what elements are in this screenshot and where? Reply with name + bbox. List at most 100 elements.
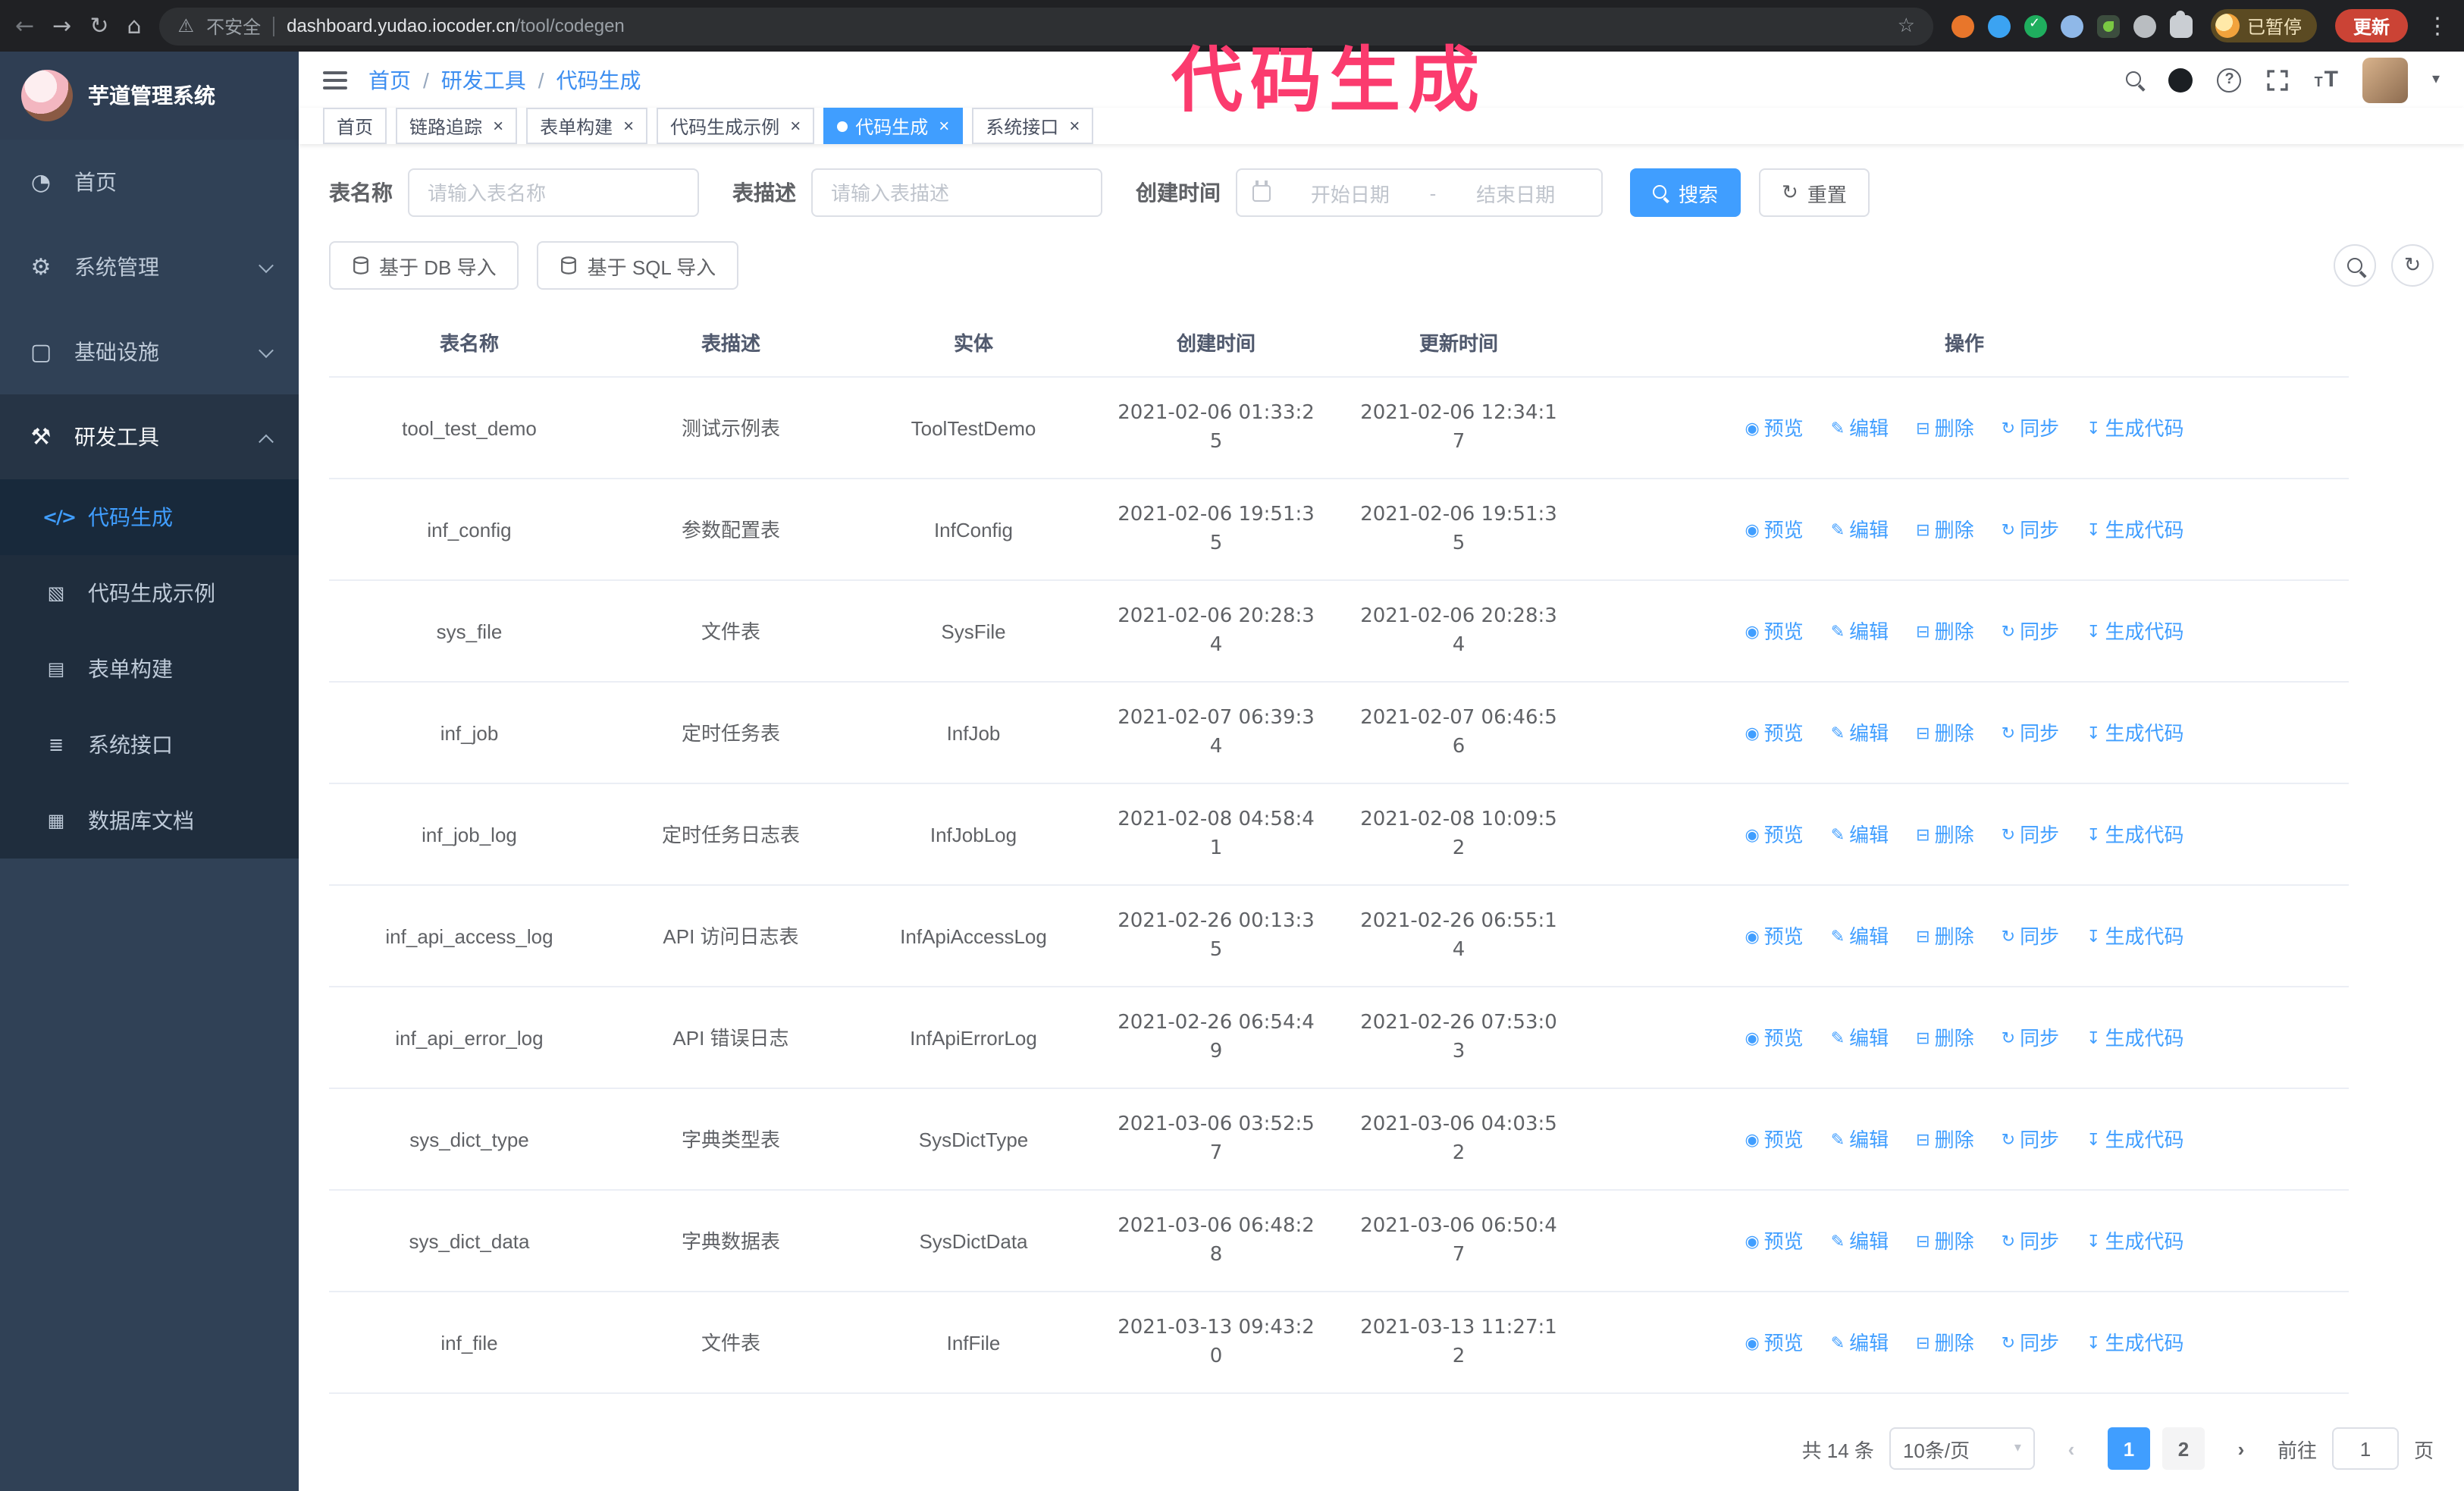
op-sync-link[interactable]: 同步: [2002, 821, 2059, 849]
sidebar-item-devtools[interactable]: 研发工具: [0, 394, 299, 479]
op-preview-link[interactable]: 预览: [1745, 922, 1804, 951]
op-sync-link[interactable]: 同步: [2002, 1329, 2059, 1358]
sidebar-logo[interactable]: 芋道管理系统: [0, 52, 299, 140]
breadcrumb-item[interactable]: 首页: [368, 64, 411, 95]
prev-page-button[interactable]: ‹: [2050, 1427, 2093, 1470]
submenu-item-system-api[interactable]: 系统接口: [0, 707, 299, 783]
op-delete-link[interactable]: 删除: [1916, 516, 1974, 545]
sidebar-toggle-button[interactable]: [323, 71, 347, 89]
next-page-button[interactable]: ›: [2220, 1427, 2262, 1470]
more-options-icon[interactable]: ⋮: [2426, 12, 2449, 39]
op-edit-link[interactable]: 编辑: [1831, 516, 1889, 545]
sidebar-item-infra[interactable]: 基础设施: [0, 309, 299, 394]
close-icon[interactable]: ×: [623, 117, 634, 135]
op-edit-link[interactable]: 编辑: [1831, 1227, 1889, 1256]
submenu-item-codegen-example[interactable]: 代码生成示例: [0, 555, 299, 631]
toggle-search-button[interactable]: [2334, 244, 2376, 287]
user-avatar[interactable]: [2362, 57, 2408, 102]
table-name-input[interactable]: [408, 168, 699, 217]
address-bar[interactable]: ⚠ 不安全 dashboard.yudao.iocoder.cn/tool/co…: [159, 7, 1933, 45]
op-preview-link[interactable]: 预览: [1745, 1227, 1804, 1256]
op-delete-link[interactable]: 删除: [1916, 1329, 1974, 1358]
help-icon[interactable]: ?: [2217, 67, 2242, 92]
extension-icon[interactable]: [1951, 14, 1974, 37]
update-button[interactable]: 更新: [2334, 9, 2408, 42]
breadcrumb-item[interactable]: 研发工具: [441, 64, 526, 95]
tab[interactable]: 表单构建 ×: [526, 108, 648, 144]
page-size-select[interactable]: 10条/页 ▾: [1889, 1427, 2035, 1470]
op-sync-link[interactable]: 同步: [2002, 922, 2059, 951]
op-preview-link[interactable]: 预览: [1745, 821, 1804, 849]
op-edit-link[interactable]: 编辑: [1831, 922, 1889, 951]
extension-icon[interactable]: [1987, 14, 2011, 37]
reset-button[interactable]: ↻ 重置: [1759, 168, 1870, 217]
refresh-button[interactable]: ↻: [89, 12, 108, 39]
op-generate-link[interactable]: 生成代码: [2086, 1329, 2184, 1358]
close-icon[interactable]: ×: [939, 117, 949, 135]
search-icon[interactable]: [2126, 71, 2145, 89]
op-delete-link[interactable]: 删除: [1916, 922, 1974, 951]
op-preview-link[interactable]: 预览: [1745, 414, 1804, 443]
refresh-table-button[interactable]: ↻: [2391, 244, 2434, 287]
op-preview-link[interactable]: 预览: [1745, 516, 1804, 545]
sidebar-item-system[interactable]: 系统管理: [0, 224, 299, 309]
tab[interactable]: 链路追踪 ×: [396, 108, 518, 144]
tab[interactable]: 系统接口 ×: [972, 108, 1094, 144]
page-button-2[interactable]: 2: [2161, 1427, 2205, 1470]
op-edit-link[interactable]: 编辑: [1831, 821, 1889, 849]
close-icon[interactable]: ×: [493, 117, 503, 135]
op-edit-link[interactable]: 编辑: [1831, 617, 1889, 646]
op-generate-link[interactable]: 生成代码: [2086, 516, 2184, 545]
op-preview-link[interactable]: 预览: [1745, 617, 1804, 646]
breadcrumb-item[interactable]: 代码生成: [556, 64, 641, 95]
op-generate-link[interactable]: 生成代码: [2086, 1024, 2184, 1053]
font-size-icon[interactable]: TT: [2315, 67, 2338, 93]
op-generate-link[interactable]: 生成代码: [2086, 719, 2184, 748]
op-sync-link[interactable]: 同步: [2002, 1227, 2059, 1256]
op-sync-link[interactable]: 同步: [2002, 719, 2059, 748]
op-delete-link[interactable]: 删除: [1916, 1024, 1974, 1053]
op-generate-link[interactable]: 生成代码: [2086, 1125, 2184, 1154]
submenu-item-codegen[interactable]: 代码生成: [0, 479, 299, 555]
submenu-item-db-doc[interactable]: 数据库文档: [0, 783, 299, 859]
op-generate-link[interactable]: 生成代码: [2086, 617, 2184, 646]
op-generate-link[interactable]: 生成代码: [2086, 922, 2184, 951]
import-db-button[interactable]: 基于 DB 导入: [329, 241, 519, 290]
op-preview-link[interactable]: 预览: [1745, 1329, 1804, 1358]
tab[interactable]: 代码生成 ×: [823, 108, 964, 144]
search-button[interactable]: 搜索: [1630, 168, 1741, 217]
tab[interactable]: 首页: [323, 108, 387, 144]
op-edit-link[interactable]: 编辑: [1831, 1125, 1889, 1154]
op-edit-link[interactable]: 编辑: [1831, 1329, 1889, 1358]
op-sync-link[interactable]: 同步: [2002, 1125, 2059, 1154]
extension-icon[interactable]: [2096, 14, 2120, 37]
extension-icon[interactable]: [2060, 14, 2083, 37]
date-range-picker[interactable]: 开始日期 - 结束日期: [1236, 168, 1603, 217]
table-desc-input[interactable]: [811, 168, 1102, 217]
import-sql-button[interactable]: 基于 SQL 导入: [537, 241, 739, 290]
close-icon[interactable]: ×: [790, 117, 801, 135]
op-generate-link[interactable]: 生成代码: [2086, 821, 2184, 849]
goto-page-input[interactable]: [2331, 1427, 2399, 1470]
op-edit-link[interactable]: 编辑: [1831, 1024, 1889, 1053]
op-delete-link[interactable]: 删除: [1916, 617, 1974, 646]
op-delete-link[interactable]: 删除: [1916, 414, 1974, 443]
bookmark-star-icon[interactable]: ☆: [1898, 14, 1915, 37]
extension-icon[interactable]: [2024, 14, 2047, 37]
forward-button[interactable]: →: [52, 12, 71, 39]
op-delete-link[interactable]: 删除: [1916, 719, 1974, 748]
op-edit-link[interactable]: 编辑: [1831, 414, 1889, 443]
op-generate-link[interactable]: 生成代码: [2086, 1227, 2184, 1256]
op-edit-link[interactable]: 编辑: [1831, 719, 1889, 748]
op-delete-link[interactable]: 删除: [1916, 1125, 1974, 1154]
puzzle-extension-icon[interactable]: [2169, 10, 2193, 37]
op-sync-link[interactable]: 同步: [2002, 617, 2059, 646]
op-delete-link[interactable]: 删除: [1916, 1227, 1974, 1256]
back-button[interactable]: ←: [15, 12, 34, 39]
op-sync-link[interactable]: 同步: [2002, 516, 2059, 545]
op-preview-link[interactable]: 预览: [1745, 1125, 1804, 1154]
op-sync-link[interactable]: 同步: [2002, 1024, 2059, 1053]
op-preview-link[interactable]: 预览: [1745, 1024, 1804, 1053]
home-button[interactable]: ⌂: [127, 12, 141, 39]
page-button-1[interactable]: 1: [2107, 1427, 2150, 1470]
